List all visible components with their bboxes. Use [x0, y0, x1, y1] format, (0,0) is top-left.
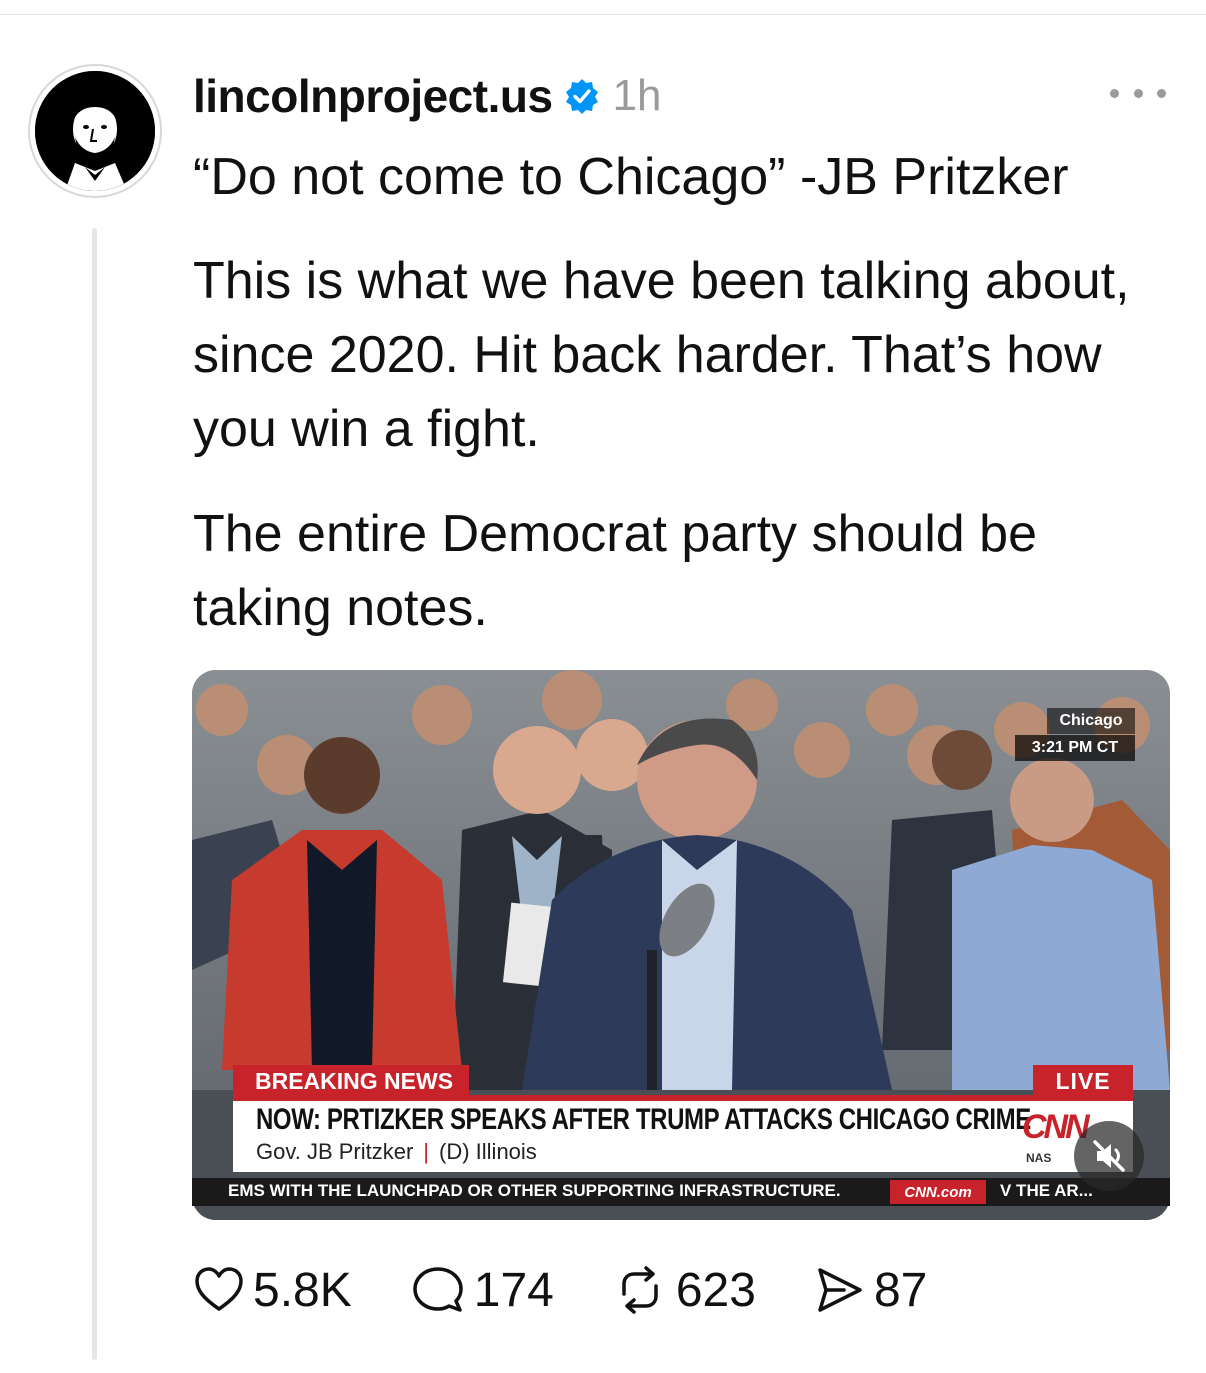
action-bar: 5.8K 174 623 87 — [193, 1262, 985, 1318]
news-headline: NOW: PRTIZKER SPEAKS AFTER TRUMP ATTACKS… — [256, 1103, 1031, 1136]
like-button[interactable]: 5.8K — [193, 1263, 352, 1318]
verified-badge-icon — [563, 77, 601, 115]
avatar[interactable] — [28, 64, 162, 198]
username[interactable]: lincolnproject.us — [193, 69, 553, 123]
post-time: 1h — [612, 71, 662, 120]
more-options-icon[interactable] — [1110, 78, 1166, 108]
repost-button[interactable]: 623 — [612, 1263, 756, 1318]
post-paragraph-2: This is what we have been talking about,… — [193, 252, 1130, 458]
like-count: 5.8K — [253, 1263, 352, 1317]
caption-separator: | — [423, 1139, 430, 1164]
ticker-text-left: EMS WITH THE LAUNCHPAD OR OTHER SUPPORTI… — [228, 1181, 841, 1200]
thread-line — [92, 228, 97, 1360]
speaker-party: (D) Illinois — [439, 1139, 537, 1164]
reply-count: 174 — [473, 1263, 554, 1317]
speaker-name: Gov. JB Pritzker — [256, 1139, 414, 1164]
share-button[interactable]: 87 — [814, 1263, 927, 1318]
clock-tag: 3:21 PM CT — [1015, 735, 1135, 761]
repost-icon — [622, 1266, 658, 1314]
post-paragraph-1: “Do not come to Chicago” -JB Pritzker — [193, 148, 1069, 206]
ticker-brand: CNN.com — [890, 1180, 986, 1204]
share-count: 87 — [873, 1263, 928, 1317]
live-badge: LIVE — [1033, 1065, 1133, 1097]
speaker-muted-icon — [1093, 1140, 1125, 1172]
repost-count: 623 — [675, 1263, 756, 1317]
share-icon — [818, 1268, 862, 1312]
comment-icon — [413, 1267, 463, 1312]
heart-icon — [195, 1267, 243, 1311]
location-tag: Chicago — [1047, 708, 1135, 734]
breaking-news-label: BREAKING NEWS — [233, 1065, 469, 1097]
lincoln-portrait-logo — [35, 71, 155, 191]
speaker-caption: Gov. JB Pritzker | (D) Illinois — [256, 1139, 537, 1165]
reply-button[interactable]: 174 — [410, 1263, 554, 1318]
market-tag: NAS — [1026, 1151, 1052, 1165]
ticker-text-right: V THE AR... — [1000, 1181, 1093, 1200]
top-divider — [0, 14, 1206, 15]
post-paragraph-3: The entire Democrat party should be taki… — [193, 505, 1037, 637]
mute-toggle[interactable] — [1074, 1121, 1144, 1191]
post-header: lincolnproject.us 1h — [193, 66, 662, 126]
